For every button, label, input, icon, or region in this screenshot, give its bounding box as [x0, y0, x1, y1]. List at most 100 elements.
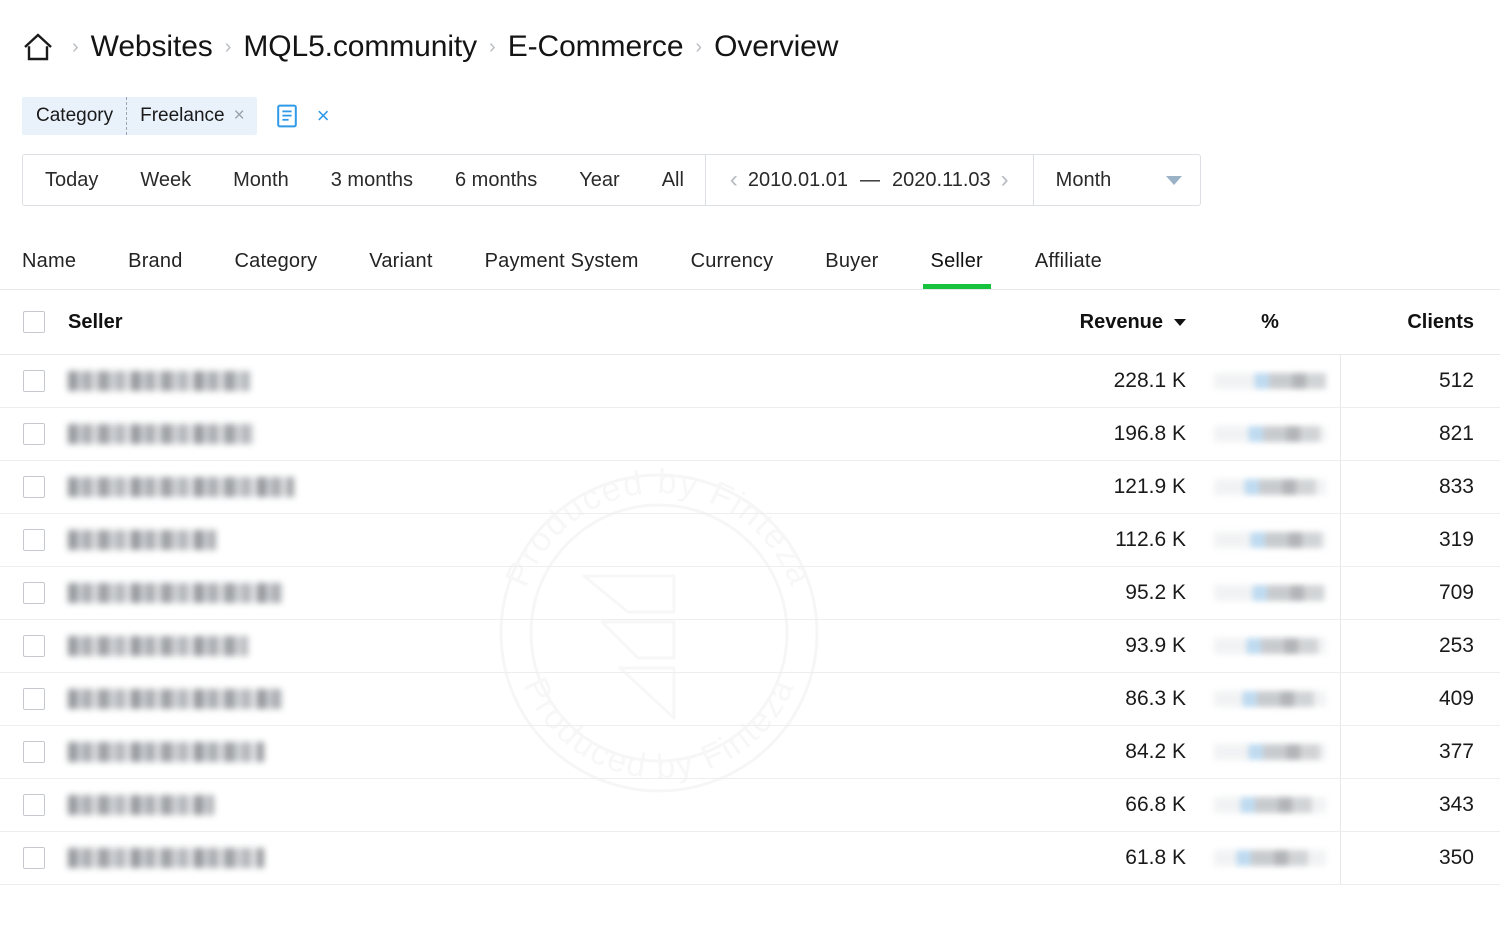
seller-name-redacted — [68, 795, 214, 815]
filter-chip-category[interactable]: Category Freelance × — [22, 97, 257, 135]
tab-seller[interactable]: Seller — [931, 250, 983, 289]
clients-value: 350 — [1439, 846, 1474, 870]
save-filter-icon[interactable] — [277, 104, 297, 128]
percent-bar-redacted — [1214, 426, 1326, 442]
revenue-value: 93.9 K — [1125, 634, 1186, 658]
period-preset-all[interactable]: All — [641, 155, 705, 205]
period-preset-year[interactable]: Year — [558, 155, 640, 205]
filter-chip-key: Category — [22, 97, 126, 135]
period-preset-week[interactable]: Week — [119, 155, 212, 205]
row-checkbox[interactable] — [23, 476, 45, 498]
revenue-cell: 66.8 K — [1006, 793, 1200, 817]
tab-category[interactable]: Category — [235, 250, 318, 289]
tab-buyer[interactable]: Buyer — [825, 250, 878, 289]
clients-value: 821 — [1439, 422, 1474, 446]
period-preset-6-months[interactable]: 6 months — [434, 155, 558, 205]
seller-name-cell — [68, 689, 1006, 709]
seller-name-redacted — [68, 636, 248, 656]
percent-cell — [1200, 585, 1340, 601]
clients-value: 253 — [1439, 634, 1474, 658]
tab-payment-system[interactable]: Payment System — [485, 250, 639, 289]
seller-name-cell — [68, 583, 1006, 603]
seller-name-redacted — [68, 477, 294, 497]
row-checkbox[interactable] — [23, 688, 45, 710]
table-header-row: Seller Revenue % Clients — [0, 290, 1500, 355]
row-checkbox[interactable] — [23, 847, 45, 869]
revenue-cell: 93.9 K — [1006, 634, 1200, 658]
select-all-cell — [0, 311, 68, 333]
row-checkbox[interactable] — [23, 794, 45, 816]
period-preset-month[interactable]: Month — [212, 155, 310, 205]
revenue-cell: 228.1 K — [1006, 369, 1200, 393]
date-next-icon[interactable]: › — [991, 168, 1019, 192]
home-icon[interactable] — [22, 32, 54, 62]
period-toolbar: Today Week Month 3 months 6 months Year … — [22, 154, 1201, 206]
tab-variant[interactable]: Variant — [369, 250, 432, 289]
table-row[interactable]: 196.8 K821 — [0, 408, 1500, 461]
column-header-revenue[interactable]: Revenue — [1006, 311, 1200, 334]
period-preset-3-months[interactable]: 3 months — [310, 155, 434, 205]
date-prev-icon[interactable]: ‹ — [720, 168, 748, 192]
percent-cell — [1200, 532, 1340, 548]
table-row[interactable]: 66.8 K343 — [0, 779, 1500, 832]
row-select-cell — [0, 635, 68, 657]
table-row[interactable]: 112.6 K 319 — [0, 514, 1500, 567]
column-header-clients-label: Clients — [1407, 311, 1474, 334]
seller-name-cell — [68, 742, 1006, 762]
percent-cell — [1200, 638, 1340, 654]
dimension-tabs: Name Brand Category Variant Payment Syst… — [0, 228, 1500, 290]
clients-cell: 512 — [1340, 355, 1500, 407]
revenue-value: 86.3 K — [1125, 687, 1186, 711]
select-all-checkbox[interactable] — [23, 311, 45, 333]
table-row[interactable]: 61.8 K350 — [0, 832, 1500, 885]
revenue-cell: 112.6 K — [1006, 528, 1200, 552]
table-row[interactable]: 121.9 K 833 — [0, 461, 1500, 514]
tab-brand[interactable]: Brand — [128, 250, 182, 289]
filter-chip-remove-icon[interactable]: × — [231, 97, 257, 135]
clients-cell: 350 — [1340, 832, 1500, 884]
tab-affiliate[interactable]: Affiliate — [1035, 250, 1102, 289]
column-header-seller-cell[interactable]: Seller — [68, 311, 1006, 334]
seller-name-redacted — [68, 689, 282, 709]
row-checkbox[interactable] — [23, 741, 45, 763]
table-row[interactable]: 84.2 K 377 — [0, 726, 1500, 779]
clear-filters-icon[interactable]: × — [317, 105, 330, 127]
revenue-cell: 95.2 K — [1006, 581, 1200, 605]
row-checkbox[interactable] — [23, 635, 45, 657]
clients-value: 833 — [1439, 475, 1474, 499]
column-header-clients[interactable]: Clients — [1340, 290, 1500, 354]
clients-value: 377 — [1439, 740, 1474, 764]
period-toolbar-wrap: Today Week Month 3 months 6 months Year … — [0, 138, 1500, 206]
granularity-select[interactable]: Month — [1033, 155, 1200, 205]
table-row[interactable]: 95.2 K 709 — [0, 567, 1500, 620]
row-checkbox[interactable] — [23, 370, 45, 392]
clients-value: 319 — [1439, 528, 1474, 552]
breadcrumb-item-e-commerce[interactable]: E-Commerce — [508, 30, 684, 64]
row-checkbox[interactable] — [23, 529, 45, 551]
revenue-cell: 84.2 K — [1006, 740, 1200, 764]
sort-descending-icon — [1174, 319, 1186, 326]
row-checkbox[interactable] — [23, 582, 45, 604]
breadcrumb-item-websites[interactable]: Websites — [91, 30, 213, 64]
column-header-percent[interactable]: % — [1200, 311, 1340, 334]
tab-currency[interactable]: Currency — [691, 250, 774, 289]
breadcrumb-item-mql5-community[interactable]: MQL5.community — [243, 30, 477, 64]
revenue-value: 121.9 K — [1114, 475, 1186, 499]
seller-name-cell — [68, 477, 1006, 497]
date-from[interactable]: 2010.01.01 — [748, 169, 848, 192]
row-select-cell — [0, 476, 68, 498]
date-to[interactable]: 2020.11.03 — [892, 169, 991, 192]
table-row[interactable]: 86.3 K409 — [0, 673, 1500, 726]
percent-bar-redacted — [1214, 479, 1326, 495]
breadcrumb-item-overview[interactable]: Overview — [714, 30, 838, 64]
revenue-value: 112.6 K — [1115, 528, 1186, 552]
percent-cell — [1200, 426, 1340, 442]
row-checkbox[interactable] — [23, 423, 45, 445]
table-row[interactable]: 228.1 K 512 — [0, 355, 1500, 408]
filter-bar: Category Freelance × × — [0, 94, 1500, 138]
period-preset-today[interactable]: Today — [23, 155, 119, 205]
row-select-cell — [0, 582, 68, 604]
table-row[interactable]: 93.9 K 253 — [0, 620, 1500, 673]
tab-name[interactable]: Name — [22, 250, 76, 289]
clients-value: 709 — [1439, 581, 1474, 605]
